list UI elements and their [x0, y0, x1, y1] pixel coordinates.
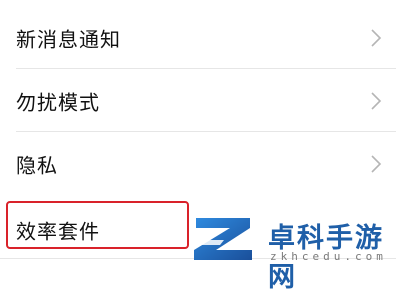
settings-item-label: 新消息通知	[16, 27, 121, 52]
highlight-box	[6, 201, 189, 249]
chevron-right-icon	[371, 29, 382, 47]
divider	[16, 131, 396, 132]
divider	[16, 68, 396, 69]
settings-item-privacy[interactable]: 隐私	[0, 133, 396, 195]
chevron-right-icon	[371, 92, 382, 110]
site-logo-icon	[194, 218, 252, 260]
settings-item-label: 隐私	[16, 153, 58, 178]
watermark-url: zkhcedu.com	[270, 250, 387, 263]
chevron-right-icon	[371, 155, 382, 173]
settings-item-new-message-notification[interactable]: 新消息通知	[0, 7, 396, 69]
settings-item-label: 勿扰模式	[16, 90, 100, 115]
watermark: 卓科手游网 zkhcedu.com	[190, 206, 396, 293]
settings-item-do-not-disturb[interactable]: 勿扰模式	[0, 70, 396, 132]
